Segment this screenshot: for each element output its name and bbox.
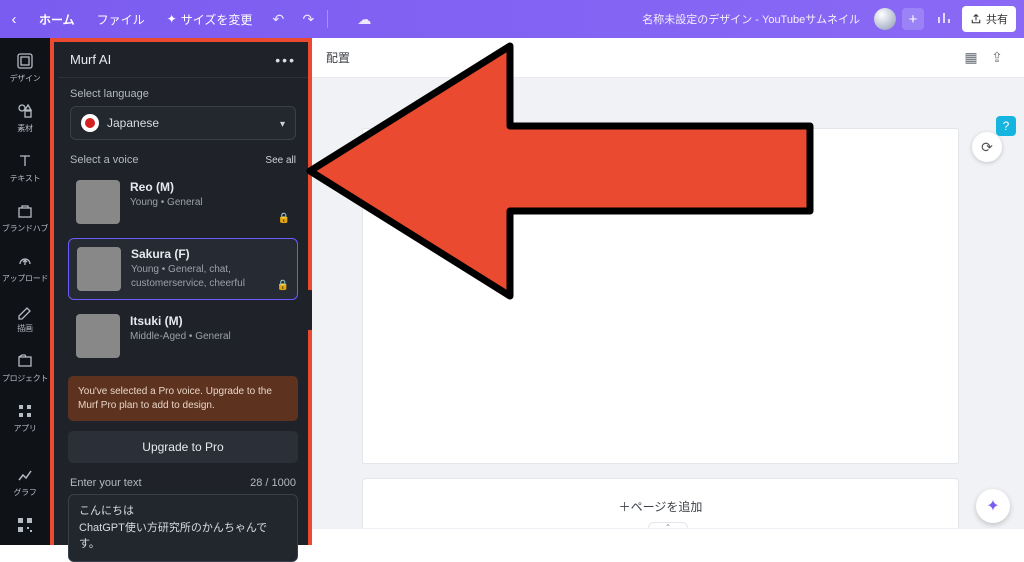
rail-label: テキスト: [10, 173, 41, 184]
language-dropdown[interactable]: Japanese ▾: [70, 106, 296, 140]
chevron-down-icon: ▾: [280, 119, 285, 130]
voice-option-reo[interactable]: Reo (M) Young • General 🔒: [68, 172, 298, 232]
rail-label: 描画: [17, 323, 32, 334]
upgrade-button[interactable]: Upgrade to Pro: [68, 431, 298, 463]
text-icon: [15, 152, 35, 170]
cloud-sync-icon[interactable]: ☁: [349, 11, 379, 28]
divider: [327, 10, 345, 28]
avatar: [76, 180, 120, 224]
rail-label: グラフ: [13, 487, 36, 498]
home-link[interactable]: ホーム: [28, 0, 86, 38]
language-value: Japanese: [107, 116, 159, 130]
elements-icon: [15, 102, 35, 120]
file-menu[interactable]: ファイル: [86, 0, 156, 38]
qr-icon: [15, 516, 35, 534]
rail-charts[interactable]: グラフ: [0, 466, 50, 498]
rail-brand[interactable]: ブランドハブ: [0, 202, 50, 234]
char-count: 28 / 1000: [250, 477, 296, 489]
help-fab[interactable]: ?: [996, 116, 1016, 136]
upload-icon: [15, 252, 35, 270]
rail-label: デザイン: [10, 73, 41, 84]
resize-menu[interactable]: ✦サイズを変更: [156, 0, 264, 38]
design-stage[interactable]: [362, 128, 959, 464]
rail-upload[interactable]: アップロード: [0, 252, 50, 284]
resize-label: サイズを変更: [181, 11, 253, 28]
reset-view-button[interactable]: ⟳: [972, 132, 1002, 162]
panel-more-button[interactable]: •••: [275, 52, 296, 68]
back-button[interactable]: ‹: [0, 11, 28, 28]
select-voice-label: Select a voice: [70, 154, 138, 166]
murf-panel-highlight: Murf AI ••• Select language Japanese ▾ S…: [50, 38, 312, 545]
rail-elements[interactable]: 素材: [0, 102, 50, 134]
rail-label: 素材: [17, 123, 32, 134]
add-member-button[interactable]: +: [902, 8, 924, 30]
rail-design[interactable]: デザイン: [0, 52, 50, 84]
left-rail: デザイン 素材 テキスト ブランドハブ アップロード 描画 プロジェクト アプリ…: [0, 38, 50, 545]
grid-view-icon[interactable]: ▦: [958, 49, 984, 66]
projects-icon: [15, 352, 35, 370]
flag-japan-icon: [81, 114, 99, 132]
brand-icon: [15, 202, 35, 220]
analytics-button[interactable]: [930, 10, 958, 29]
voice-name: Sakura (F): [131, 247, 289, 261]
lock-icon: 🔒: [278, 213, 290, 224]
voice-name: Itsuki (M): [130, 314, 231, 328]
voice-meta: Middle-Aged • General: [130, 330, 231, 344]
top-bar: ‹ ホーム ファイル ✦サイズを変更 ↶ ↷ ☁ 名称未設定のデザイン - Yo…: [0, 0, 1024, 38]
pro-upgrade-notice: You've selected a Pro voice. Upgrade to …: [68, 376, 298, 421]
user-avatar[interactable]: [874, 8, 896, 30]
rail-draw[interactable]: 描画: [0, 302, 50, 334]
enter-text-label: Enter your text: [70, 477, 142, 489]
select-language-label: Select language: [70, 88, 296, 100]
voice-meta: Young • General, chat, customerservice, …: [131, 263, 289, 290]
apps-icon: [15, 402, 35, 420]
avatar: [76, 314, 120, 358]
undo-button[interactable]: ↶: [263, 11, 293, 28]
design-icon: [15, 52, 35, 70]
voice-option-sakura[interactable]: Sakura (F) Young • General, chat, custom…: [68, 238, 298, 300]
share-label: 共有: [986, 11, 1008, 27]
voice-meta: Young • General: [130, 196, 203, 210]
rail-label: アプリ: [13, 423, 36, 434]
bottom-bar: [312, 528, 1024, 545]
rail-qr[interactable]: [0, 516, 50, 537]
document-title[interactable]: 名称未設定のデザイン - YouTubeサムネイル: [642, 11, 860, 27]
rail-label: アップロード: [2, 273, 48, 284]
murf-panel: Murf AI ••• Select language Japanese ▾ S…: [58, 42, 308, 562]
text-input[interactable]: こんにちは ChatGPT使い方研究所のかんちゃんです。: [68, 494, 298, 562]
voice-option-itsuki[interactable]: Itsuki (M) Middle-Aged • General: [68, 306, 298, 366]
rail-apps[interactable]: アプリ: [0, 402, 50, 434]
rail-projects[interactable]: プロジェクト: [0, 352, 50, 384]
voice-name: Reo (M): [130, 180, 203, 194]
export-icon[interactable]: ⇪: [984, 49, 1010, 66]
avatar: [77, 247, 121, 291]
share-button[interactable]: 共有: [962, 6, 1016, 32]
rail-text[interactable]: テキスト: [0, 152, 50, 184]
canvas-area: ⟳ ＋ページを追加: [312, 78, 1024, 545]
magic-fab[interactable]: ✦: [976, 489, 1010, 523]
draw-icon: [15, 302, 35, 320]
canvas-toolbar: 配置 ▦ ⇪: [312, 38, 1024, 78]
lock-icon: 🔒: [277, 280, 289, 291]
arrange-button[interactable]: 配置: [326, 49, 350, 66]
rail-label: プロジェクト: [2, 373, 48, 384]
panel-title: Murf AI: [70, 52, 111, 67]
rail-label: ブランドハブ: [2, 223, 48, 234]
redo-button[interactable]: ↷: [293, 11, 323, 28]
charts-icon: [15, 466, 35, 484]
see-all-link[interactable]: See all: [265, 155, 296, 166]
